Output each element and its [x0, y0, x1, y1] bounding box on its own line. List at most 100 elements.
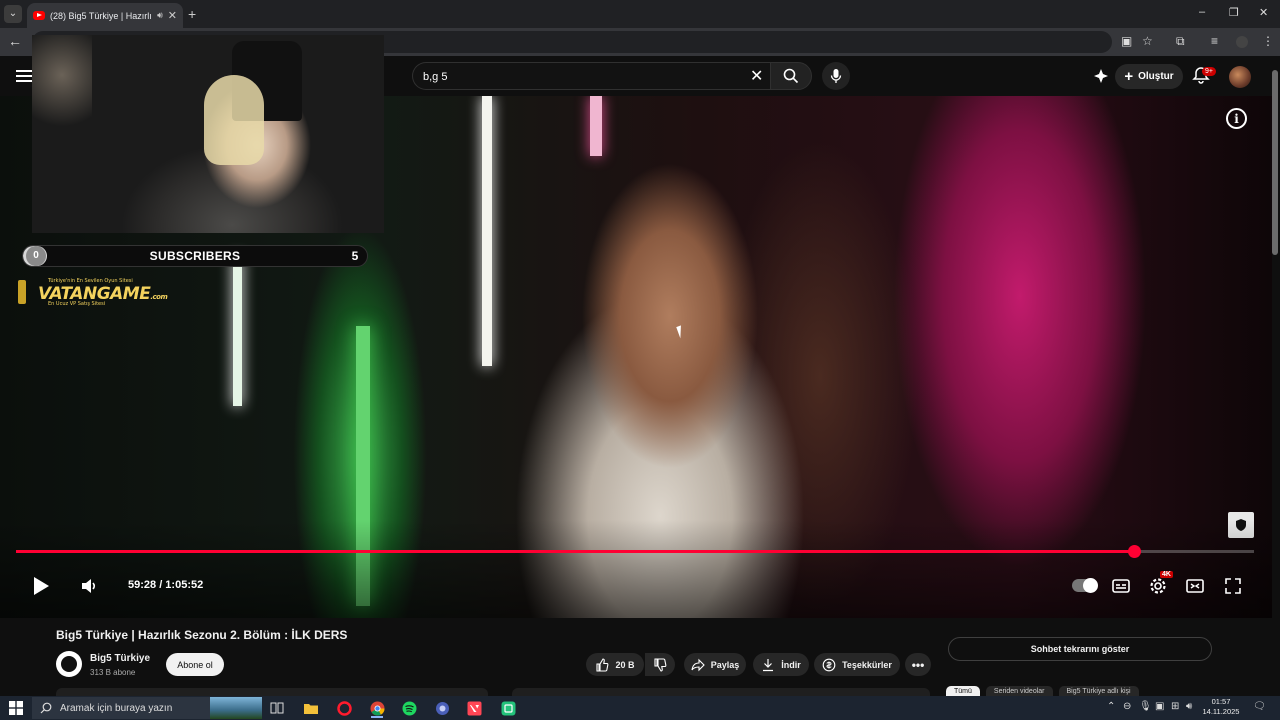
tab-title: (28) Big5 Türkiye | Hazırlık S: [50, 10, 152, 21]
subscribe-button[interactable]: Abone ol: [166, 653, 224, 676]
subscriber-goal-label: SUBSCRIBERS: [149, 249, 241, 263]
microphone-icon: [830, 69, 842, 83]
notifications-badge: 9+: [1202, 67, 1216, 76]
comment-box: [512, 688, 930, 696]
more-actions-button[interactable]: •••: [905, 653, 931, 676]
create-button[interactable]: + Oluştur: [1115, 64, 1183, 89]
webcam-overlay: [32, 35, 384, 233]
like-count: 20 B: [615, 659, 635, 670]
subtitles-icon[interactable]: [1111, 576, 1131, 596]
download-button[interactable]: İndir: [753, 653, 809, 676]
search-icon: [783, 68, 799, 84]
premium-sparkle-icon[interactable]: [1093, 68, 1109, 84]
file-explorer-icon[interactable]: [300, 698, 322, 718]
channel-name[interactable]: Big5 Türkiye: [90, 653, 150, 664]
browser-tab[interactable]: (28) Big5 Türkiye | Hazırlık S 🔊︎ ✕: [27, 3, 183, 28]
task-view-icon[interactable]: [266, 698, 288, 718]
tray-speaker-icon[interactable]: 🔊︎: [1186, 701, 1192, 712]
streamer-figure: [204, 75, 264, 165]
app-icon-blue[interactable]: [431, 698, 453, 718]
bookmark-star-icon[interactable]: ☆: [1142, 34, 1153, 48]
search-highlight-image: [210, 697, 262, 719]
fullscreen-icon[interactable]: [1223, 576, 1243, 596]
chip-all[interactable]: Tümü: [946, 686, 980, 696]
more-dots-icon: •••: [911, 657, 925, 672]
channel-subscriber-count: 313 B abone: [90, 668, 136, 677]
youtube-favicon-icon: [33, 11, 45, 20]
new-tab-button[interactable]: +: [188, 6, 196, 22]
share-icon: [691, 658, 705, 671]
search-icon: [40, 702, 52, 714]
progress-bar[interactable]: [16, 545, 1254, 558]
close-window-button[interactable]: ✕: [1259, 6, 1268, 19]
volume-icon[interactable]: [80, 577, 100, 595]
download-icon: [763, 658, 774, 671]
profile-icon[interactable]: [1236, 36, 1248, 48]
clear-search-icon[interactable]: ✕: [750, 66, 763, 86]
create-label: Oluştur: [1138, 71, 1174, 82]
neon-light-bar: [482, 96, 492, 366]
chrome-icon[interactable]: [366, 698, 388, 718]
share-button[interactable]: Paylaş: [684, 653, 746, 676]
progress-scrubber[interactable]: [1127, 545, 1141, 558]
search-input[interactable]: [423, 68, 743, 86]
tray-overflow-icon[interactable]: ⌃: [1107, 701, 1115, 712]
valorant-icon[interactable]: [463, 698, 485, 718]
tab-audio-icon[interactable]: 🔊︎: [157, 10, 163, 21]
notification-center-icon[interactable]: 🗨︎: [1253, 701, 1266, 712]
minimize-button[interactable]: –: [1199, 6, 1205, 18]
chat-replay-button[interactable]: Sohbet tekrarını göster: [948, 637, 1212, 661]
fairy-lights: [32, 35, 92, 155]
plus-icon: +: [1124, 67, 1134, 85]
like-button[interactable]: 20 B: [586, 653, 644, 676]
tray-display-icon[interactable]: ▣: [1155, 701, 1164, 712]
thumbs-down-icon: [654, 657, 667, 672]
super-thanks-icon: [822, 658, 836, 671]
install-app-icon[interactable]: ▣: [1121, 34, 1132, 48]
info-icon[interactable]: i: [1226, 108, 1247, 129]
description-box[interactable]: [56, 688, 488, 696]
thanks-button[interactable]: Teşekkürler: [814, 653, 900, 676]
chip-channel[interactable]: Big5 Türkiye adlı kişi: [1058, 686, 1139, 696]
browser-menu-icon[interactable]: ⋮: [1262, 34, 1274, 48]
voice-search-button[interactable]: [822, 62, 850, 90]
menu-hamburger-icon[interactable]: [16, 70, 32, 82]
chip-series[interactable]: Seriden videolar: [985, 686, 1053, 696]
theater-mode-icon[interactable]: [1185, 576, 1205, 596]
settings-gear-icon[interactable]: [1148, 576, 1168, 596]
autoplay-toggle-knob: [1083, 578, 1098, 593]
search-button[interactable]: [770, 62, 812, 90]
neon-light-bar: [590, 96, 602, 156]
restore-button[interactable]: ❐: [1229, 6, 1239, 19]
back-arrow-icon[interactable]: ←: [8, 33, 22, 49]
system-clock[interactable]: 01:57 14.11.2025: [1200, 697, 1242, 717]
tray-microphone-icon[interactable]: 🎙︎: [1139, 701, 1152, 712]
windows-start-icon[interactable]: [9, 701, 23, 715]
media-controls-icon[interactable]: ≡: [1211, 34, 1218, 48]
extensions-icon[interactable]: ⧉: [1176, 34, 1185, 49]
tab-search-chevron-icon[interactable]: ⌄: [4, 5, 22, 23]
related-filter-chips: Tümü Seriden videolar Big5 Türkiye adlı …: [946, 686, 1139, 696]
dislike-button[interactable]: [645, 653, 675, 676]
subscriber-current-count: 0: [26, 246, 46, 266]
tray-app-icon[interactable]: ⊖: [1123, 701, 1131, 712]
sponsor-logo: Türkiye'nin En Sevilen Oyun Sitesi VATAN…: [18, 278, 168, 308]
channel-avatar[interactable]: [56, 651, 82, 677]
page-scrollbar[interactable]: [1272, 70, 1278, 255]
subscriber-goal-target: 5: [351, 249, 359, 263]
thumbs-up-icon: [596, 657, 609, 672]
progress-played: [16, 550, 1134, 553]
account-avatar[interactable]: [1229, 66, 1251, 88]
neon-light-bar: [233, 256, 242, 406]
tab-close-icon[interactable]: ✕: [168, 9, 177, 22]
app-icon-green[interactable]: [497, 698, 519, 718]
screen: ⌄ (28) Big5 Türkiye | Hazırlık S 🔊︎ ✕ + …: [0, 0, 1280, 720]
sponsor-subtitle: En Ucuz VP Satış Sitesi: [48, 301, 106, 307]
spotify-icon[interactable]: [398, 698, 420, 718]
clock-date: 14.11.2025: [1202, 707, 1240, 716]
tray-network-icon[interactable]: ⊞: [1171, 701, 1179, 712]
controls-gradient: [0, 520, 1272, 618]
play-icon[interactable]: [30, 575, 52, 597]
opera-gx-icon[interactable]: [333, 698, 355, 718]
video-title: Big5 Türkiye | Hazırlık Sezonu 2. Bölüm …: [56, 628, 348, 642]
